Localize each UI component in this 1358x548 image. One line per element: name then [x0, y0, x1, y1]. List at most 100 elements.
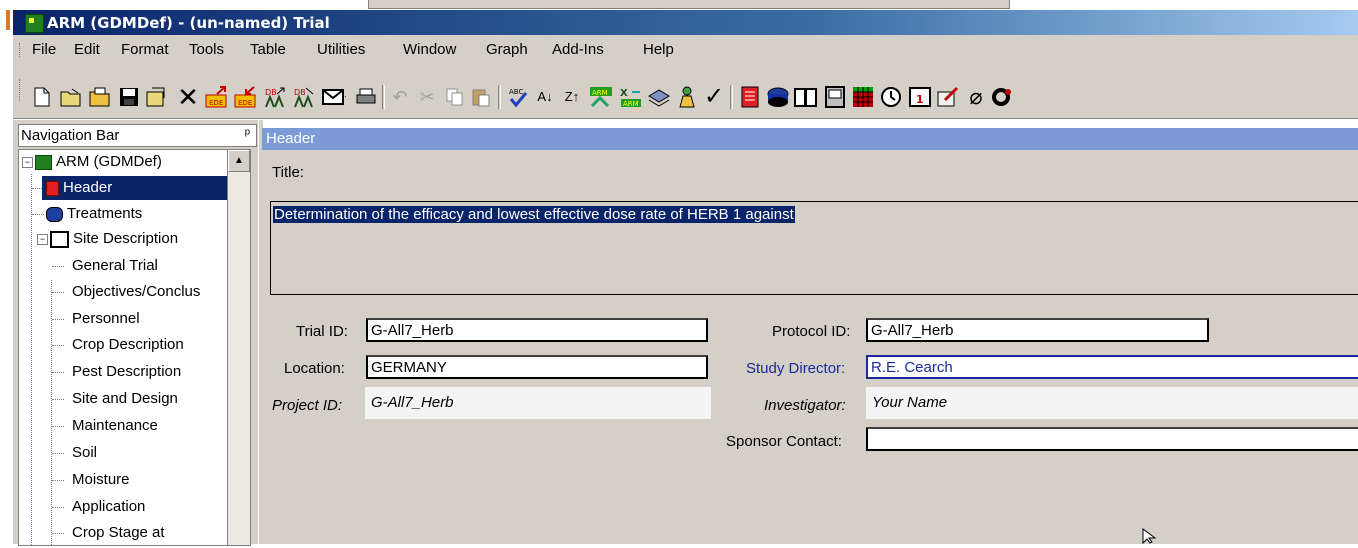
svg-text:DB: DB — [265, 88, 277, 97]
checkmark-icon[interactable]: ✓ — [702, 85, 726, 109]
collapse-site-description-icon[interactable]: − — [37, 234, 48, 245]
menu-table[interactable]: Table — [250, 41, 286, 58]
copy-icon[interactable] — [443, 85, 467, 109]
tree-connector — [52, 507, 64, 508]
menu-help[interactable]: Help — [643, 41, 674, 58]
svg-text:1: 1 — [916, 93, 924, 106]
paste-icon[interactable] — [469, 85, 493, 109]
tree-item-header[interactable]: Header — [42, 176, 228, 200]
title-textarea[interactable]: Determination of the efficacy and lowest… — [270, 201, 1358, 295]
trial-id-value: G-All7_Herb — [371, 322, 454, 339]
sort-desc-icon[interactable]: Z↑ — [560, 85, 584, 109]
background-window-fragment — [368, 0, 1010, 9]
menu-add-ins[interactable]: Add-Ins — [552, 41, 604, 58]
tree-item-site-design[interactable]: Site and Design — [72, 387, 178, 411]
trial-id-field[interactable]: G-All7_Herb — [366, 318, 708, 342]
tree-item-pest-description[interactable]: Pest Description — [72, 360, 181, 384]
tree-item-soil[interactable]: Soil — [72, 441, 97, 465]
edit-tool-icon[interactable] — [936, 85, 960, 109]
tree-item-application[interactable]: Application — [72, 495, 145, 519]
sort-asc-icon[interactable]: A↓ — [533, 85, 557, 109]
clock-icon[interactable] — [879, 85, 903, 109]
arm-app-icon — [25, 14, 44, 33]
navigation-tree[interactable]: − ARM (GDMDef) Header Treatments − Site … — [18, 149, 228, 546]
book-icon — [50, 230, 69, 248]
calendar-icon[interactable]: 1 — [908, 85, 932, 109]
tree-item-site-description[interactable]: Site Description — [50, 227, 178, 251]
sponsor-contact-field[interactable] — [866, 427, 1358, 451]
trial-id-label: Trial ID: — [296, 323, 348, 340]
collapse-root-icon[interactable]: − — [22, 157, 33, 168]
paperclip-icon[interactable]: ⌀ — [964, 85, 988, 109]
tree-item-root[interactable]: ARM (GDMDef) — [35, 150, 162, 174]
scroll-up-icon[interactable]: ▲ — [228, 150, 250, 172]
treatments-icon[interactable] — [766, 85, 790, 109]
tree-item-root-label: ARM (GDMDef) — [56, 153, 162, 170]
panel-icon[interactable] — [823, 85, 847, 109]
db-export-icon[interactable]: DB — [292, 85, 316, 109]
navigation-bar-title: Navigation Bar — [21, 127, 120, 144]
study-director-label[interactable]: Study Director: — [746, 360, 845, 377]
location-value: GERMANY — [371, 359, 447, 376]
tree-connector — [52, 533, 64, 534]
tree-item-treatments-label: Treatments — [67, 205, 143, 222]
tree-item-maintenance[interactable]: Maintenance — [72, 414, 158, 438]
menu-edit[interactable]: Edit — [74, 41, 100, 58]
menu-format[interactable]: Format — [121, 41, 169, 58]
menu-file[interactable]: File — [32, 41, 56, 58]
toolbar-grip[interactable] — [19, 79, 23, 101]
arm-report-icon[interactable]: ARM — [589, 85, 613, 109]
menu-graph[interactable]: Graph — [486, 41, 528, 58]
spellcheck-icon[interactable]: ABC — [506, 85, 530, 109]
project-id-value: G-All7_Herb — [371, 394, 454, 411]
navigation-scrollbar[interactable]: ▲ — [227, 149, 251, 546]
tree-connector — [52, 399, 64, 400]
open-icon[interactable] — [59, 85, 83, 109]
protocol-id-field[interactable]: G-All7_Herb — [866, 318, 1209, 342]
window-title-bar[interactable]: ARM (GDMDef) - (un-named) Trial — [13, 10, 1358, 35]
tree-item-personnel[interactable]: Personnel — [72, 307, 140, 331]
undo-icon[interactable]: ↶ — [388, 85, 412, 109]
grid-icon[interactable] — [851, 85, 875, 109]
study-director-field[interactable]: R.E. Cearch — [866, 355, 1358, 379]
print-icon[interactable] — [354, 85, 378, 109]
menu-tools[interactable]: Tools — [189, 41, 224, 58]
menu-window[interactable]: Window — [403, 41, 456, 58]
tree-item-objectives[interactable]: Objectives/Conclus — [72, 280, 200, 304]
tree-item-crop-description[interactable]: Crop Description — [72, 333, 184, 357]
tree-connector — [52, 480, 64, 481]
tree-connector — [31, 174, 32, 545]
tree-item-moisture[interactable]: Moisture — [72, 468, 130, 492]
background-window-accent — [6, 10, 10, 30]
tree-connector — [52, 319, 64, 320]
tree-item-crop-stage[interactable]: Crop Stage at — [72, 521, 165, 545]
tree-connector — [52, 292, 64, 293]
arm-stack-icon[interactable] — [647, 85, 671, 109]
location-field[interactable]: GERMANY — [366, 355, 708, 379]
close-icon[interactable]: ✕ — [176, 84, 200, 110]
email-icon[interactable] — [322, 85, 346, 109]
open-folder-icon[interactable] — [88, 85, 112, 109]
tree-item-header-label: Header — [63, 179, 113, 196]
tree-item-treatments[interactable]: Treatments — [46, 202, 142, 226]
db-link-icon[interactable]: DB — [263, 85, 287, 109]
import-edit-icon[interactable]: EDE — [234, 85, 258, 109]
save-icon[interactable] — [117, 85, 141, 109]
export-edit-icon[interactable]: EDE — [205, 85, 229, 109]
settings-icon[interactable] — [990, 85, 1014, 109]
arm-excel-icon[interactable]: X ARM — [618, 85, 642, 109]
person-icon[interactable] — [675, 85, 699, 109]
save-as-icon[interactable] — [145, 85, 169, 109]
pin-icon[interactable]: ᵖ — [245, 125, 250, 141]
cut-icon[interactable]: ✂ — [415, 85, 439, 109]
book-icon[interactable] — [794, 85, 818, 109]
header-icon[interactable] — [738, 85, 762, 109]
svg-text:EDE: EDE — [238, 99, 252, 107]
tree-item-general-trial[interactable]: General Trial — [72, 254, 158, 278]
project-id-label: Project ID: — [272, 397, 343, 414]
menu-grip[interactable] — [19, 43, 23, 57]
menu-utilities[interactable]: Utilities — [317, 41, 365, 58]
header-panel-title-bar: Header — [262, 128, 1358, 150]
navigation-bar-header: Navigation Bar ᵖ — [18, 124, 257, 147]
new-icon[interactable] — [30, 85, 54, 109]
